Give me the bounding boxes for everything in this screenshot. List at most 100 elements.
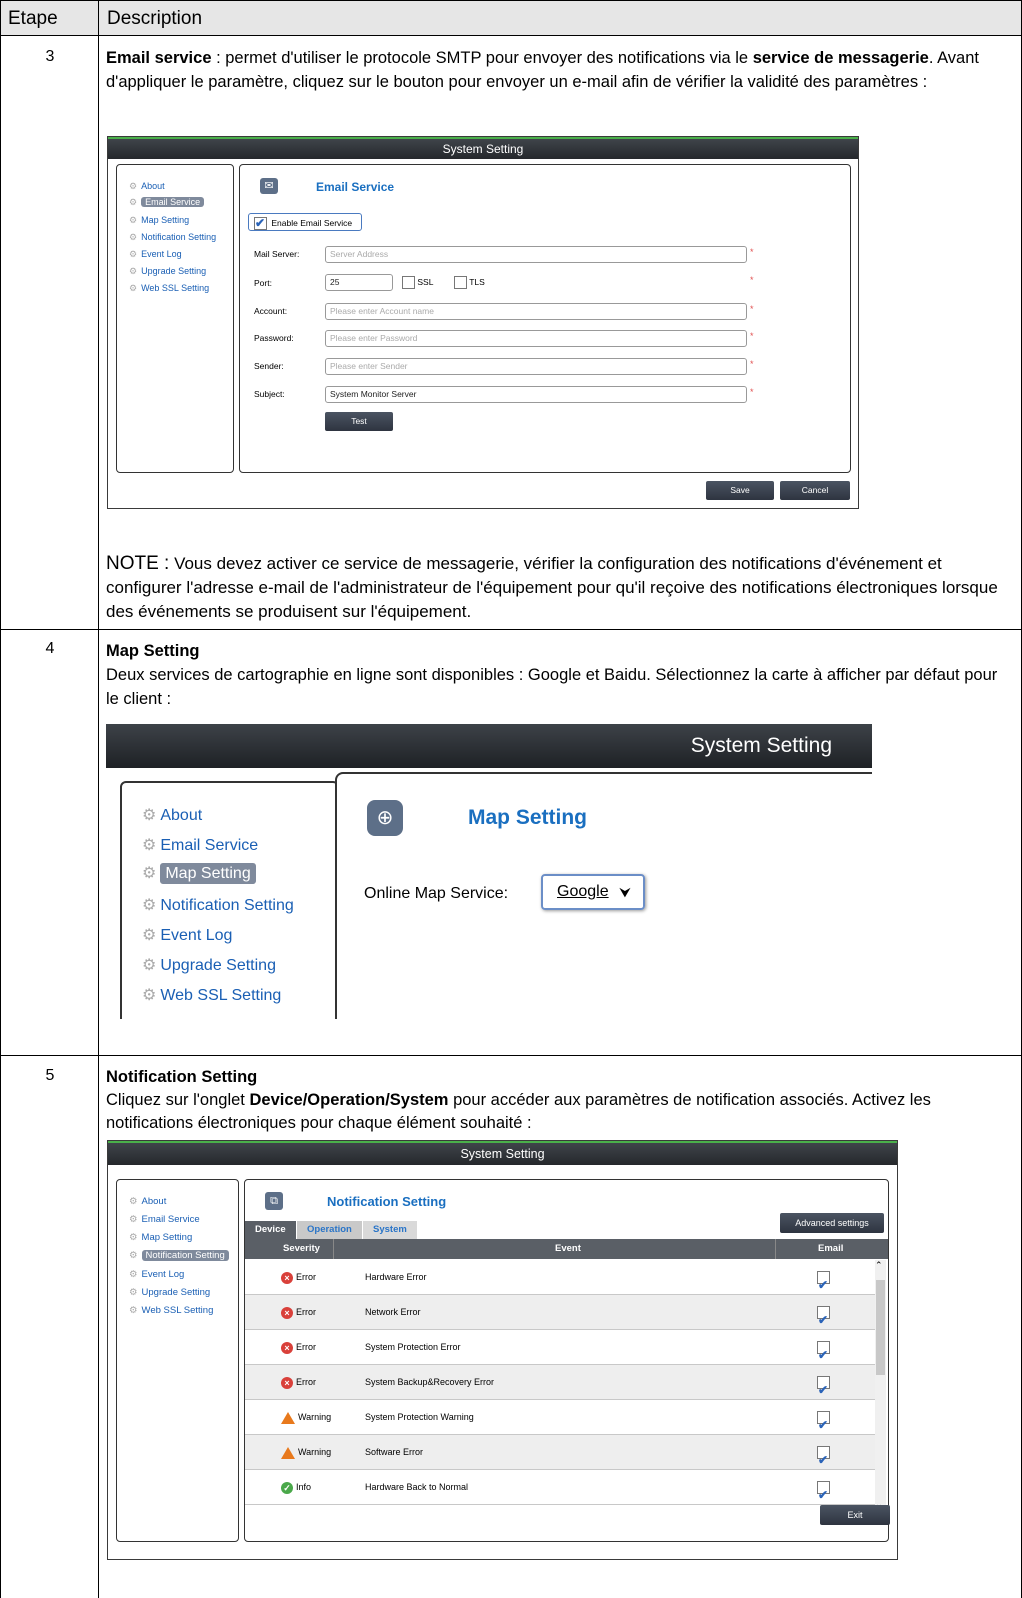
sidebar-item-map-setting[interactable]: ⚙ Map Setting [129, 215, 189, 226]
sidebar-item-email-service[interactable]: ⚙ Email Service [129, 197, 205, 208]
sidebar-item-email-service[interactable]: ⚙ Email Service [129, 1214, 200, 1225]
required-mark: * [750, 275, 754, 285]
sidebar-item-upgrade-setting[interactable]: ⚙ Upgrade Setting [129, 266, 206, 277]
required-mark: * [750, 387, 754, 397]
email-service-screenshot: System Setting ⚙ About ⚙ Email Service ⚙ Ma… [107, 136, 859, 509]
event-label: Hardware Error [365, 1272, 427, 1282]
error-icon: × [281, 1271, 293, 1284]
grid-header: Severity Event Email [245, 1239, 888, 1259]
email-checkbox[interactable]: ✔ [817, 1446, 830, 1467]
tab-system[interactable]: System [363, 1221, 417, 1239]
sidebar-item-about[interactable]: ⚙ About [142, 805, 202, 825]
note-label: NOTE : [106, 553, 170, 574]
severity-cell: ✓ Info [281, 1470, 311, 1504]
sidebar-item-web-ssl-setting[interactable]: ⚙ Web SSL Setting [129, 283, 209, 294]
severity-cell: × Error [281, 1295, 316, 1329]
ssl-checkbox[interactable]: SSL [402, 276, 433, 289]
subject-input[interactable]: System Monitor Server [325, 386, 747, 403]
event-label: Hardware Back to Normal [365, 1482, 469, 1492]
email-checkbox[interactable]: ✔ [817, 1341, 830, 1362]
envelope-icon: ✉ [260, 178, 278, 194]
sidebar: ⚙ About ⚙ Email Service ⚙ Map Setting ⚙ Noti… [120, 781, 339, 1019]
table-row: × Error System Backup&Recovery Error ✔ [245, 1365, 875, 1400]
checkbox[interactable]: ✔ [254, 216, 267, 231]
required-mark: * [750, 304, 754, 314]
required-mark: * [750, 331, 754, 341]
sidebar-item-upgrade-setting[interactable]: ⚙ Upgrade Setting [142, 955, 276, 975]
test-button[interactable]: Test [325, 412, 393, 431]
section-title: Email Service [316, 180, 395, 194]
sidebar-item-notification-setting[interactable]: ⚙ Notification Setting [129, 232, 216, 243]
checkbox[interactable] [454, 276, 467, 289]
severity-cell: × Error [281, 1365, 316, 1399]
sidebar-item-event-log[interactable]: ⚙ Event Log [142, 925, 232, 945]
sidebar-item-notification-setting[interactable]: ⚙ Notification Setting [129, 1250, 229, 1261]
step5-title: Notification Setting [106, 1068, 258, 1086]
error-icon: × [281, 1306, 293, 1319]
severity-label: Error [296, 1377, 316, 1387]
sender-input[interactable]: Please enter Sender [325, 358, 747, 375]
gear-icon: ⚙ [129, 1269, 138, 1280]
sidebar-item-event-log[interactable]: ⚙ Event Log [129, 249, 182, 260]
enable-email-service-checkbox[interactable]: ✔ Enable Email Service [248, 213, 362, 231]
gear-icon: ⚙ [129, 1305, 138, 1316]
sidebar-item-map-setting[interactable]: ⚙ Map Setting [129, 1232, 192, 1243]
online-map-service-label: Online Map Service: [364, 885, 509, 902]
email-service-term: Email service [106, 49, 212, 67]
sidebar-item-upgrade-setting[interactable]: ⚙ Upgrade Setting [129, 1287, 210, 1298]
gear-icon: ⚙ [142, 927, 157, 944]
port-input[interactable]: 25 [325, 274, 393, 291]
main-panel: ⧉ Notification Setting Device Operation … [244, 1179, 889, 1542]
sidebar-item-web-ssl-setting[interactable]: ⚙ Web SSL Setting [142, 985, 281, 1005]
sidebar: ⚙ About ⚙ Email Service ⚙ Map Setting ⚙ Noti… [116, 1179, 239, 1542]
password-input[interactable]: Please enter Password [325, 330, 747, 347]
sidebar-item-map-setting[interactable]: ⚙ Map Setting [142, 863, 256, 884]
chevron-up-icon[interactable]: ⌃ [875, 1260, 883, 1271]
main-panel: ⊕ Map Setting Online Map Service: Google… [335, 772, 872, 1019]
sidebar-item-web-ssl-setting[interactable]: ⚙ Web SSL Setting [129, 1305, 213, 1316]
step-number-4: 4 [45, 640, 55, 657]
tls-checkbox[interactable]: TLS [454, 276, 485, 289]
map-setting-screenshot: System Setting ⚙ About ⚙ Email Service ⚙ Ma… [106, 724, 872, 1019]
gear-icon: ⚙ [129, 215, 138, 225]
severity-cell: Warning [281, 1435, 331, 1469]
exit-button[interactable]: Exit [820, 1505, 890, 1525]
gear-icon: ⚙ [142, 957, 157, 974]
sidebar-item-about[interactable]: ⚙ About [129, 181, 165, 192]
password-label: Password: [254, 333, 294, 343]
sidebar-item-about[interactable]: ⚙ About [129, 1196, 166, 1207]
save-button[interactable]: Save [706, 481, 774, 500]
scrollbar[interactable]: ⌃ ⌄ [875, 1260, 886, 1510]
checkbox[interactable] [402, 276, 415, 289]
email-checkbox[interactable]: ✔ [817, 1306, 830, 1327]
notification-setting-screenshot: System Setting ⚙ About ⚙ Email Service ⚙ Ma… [107, 1140, 898, 1560]
advanced-settings-button[interactable]: Advanced settings [780, 1213, 884, 1233]
scrollbar-thumb[interactable] [876, 1280, 885, 1375]
account-label: Account: [254, 306, 288, 316]
column-event: Event [555, 1243, 581, 1254]
cancel-button[interactable]: Cancel [780, 481, 850, 500]
double-chevron-down-icon: ⮟ [619, 884, 631, 900]
step3-description: Email service : permet d'utiliser le pro… [106, 49, 979, 91]
email-checkbox[interactable]: ✔ [817, 1411, 830, 1432]
email-checkbox[interactable]: ✔ [817, 1271, 830, 1292]
sidebar-item-notification-setting[interactable]: ⚙ Notification Setting [142, 895, 294, 915]
account-input[interactable]: Please enter Account name [325, 303, 747, 320]
warning-icon [281, 1446, 295, 1459]
event-label: System Protection Warning [365, 1412, 474, 1422]
sidebar-item-email-service[interactable]: ⚙ Email Service [142, 835, 258, 855]
sidebar-item-event-log[interactable]: ⚙ Event Log [129, 1269, 184, 1280]
procedure-table: Etape Description 3 Email service : perm… [0, 0, 1022, 1598]
email-checkbox[interactable]: ✔ [817, 1376, 830, 1397]
severity-label: Error [296, 1307, 316, 1317]
map-service-select[interactable]: Google ⮟ [541, 874, 645, 910]
gear-icon: ⚙ [129, 266, 138, 276]
severity-label: Error [296, 1342, 316, 1352]
tab-operation[interactable]: Operation [297, 1221, 362, 1239]
mail-server-input[interactable]: Server Address [325, 246, 747, 263]
error-icon: × [281, 1376, 293, 1389]
tab-device[interactable]: Device [245, 1221, 296, 1239]
table-row: Warning Software Error ✔ [245, 1435, 875, 1470]
email-checkbox[interactable]: ✔ [817, 1481, 830, 1502]
copy-icon: ⧉ [265, 1192, 283, 1210]
